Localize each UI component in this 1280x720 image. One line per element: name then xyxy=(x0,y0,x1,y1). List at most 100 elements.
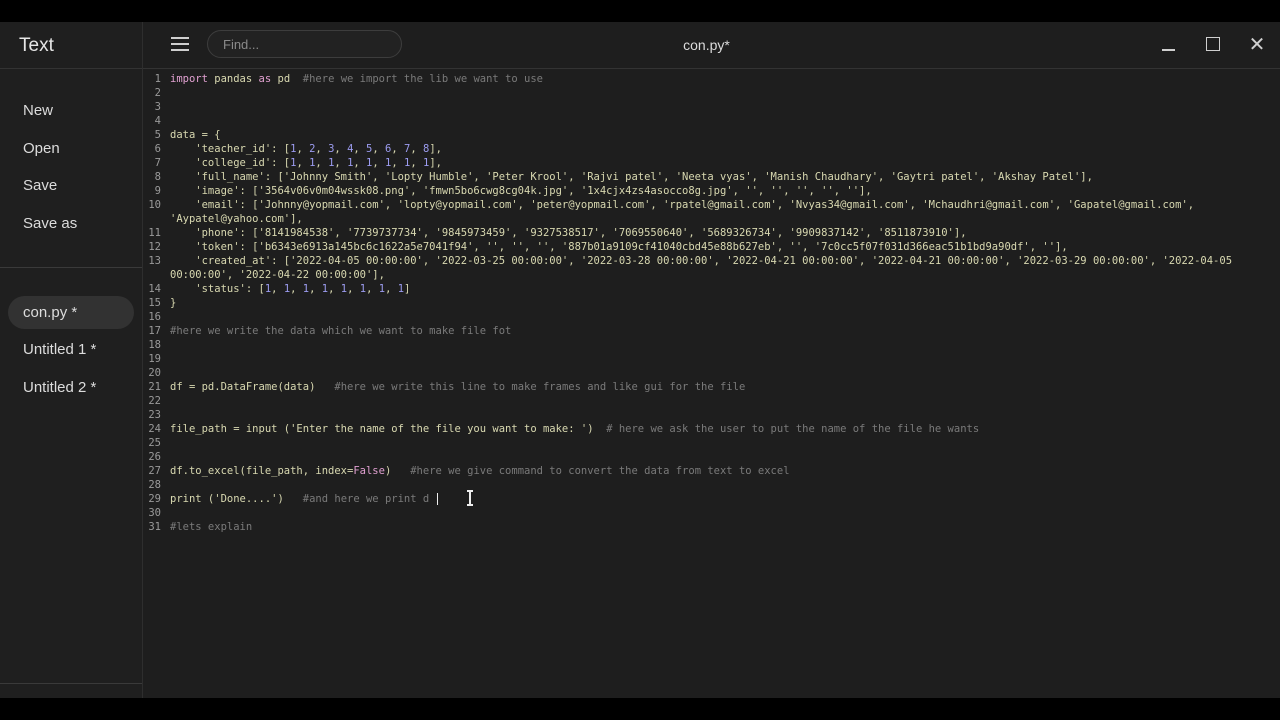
code-line[interactable]: 'Aypatel@yahoo.com'], xyxy=(143,212,303,226)
sidebar: Text New Open Save Save as con.py * Unti… xyxy=(0,22,143,698)
line-number: 30 xyxy=(148,507,161,519)
code-line[interactable]: 30 xyxy=(143,506,170,520)
line-number: 23 xyxy=(148,409,161,421)
code-line[interactable]: 15} xyxy=(143,296,176,310)
code-line[interactable]: 23 xyxy=(143,408,170,422)
code-token: , xyxy=(296,157,310,169)
code-token: #here we write the data which we want to… xyxy=(170,325,512,337)
code-token: print ('Done....') xyxy=(170,493,303,505)
code-line[interactable]: 8 'full_name': ['Johnny Smith', 'Lopty H… xyxy=(143,170,1093,184)
code-line[interactable]: 20 xyxy=(143,366,170,380)
code-token: , xyxy=(391,157,405,169)
code-line[interactable]: 31 #lets explain xyxy=(143,520,252,534)
code-line[interactable]: 6 'teacher_id': [1, 2, 3, 4, 5, 6, 7, 8]… xyxy=(143,142,442,156)
ibeam-cursor-icon xyxy=(466,490,474,506)
code-line[interactable]: 21 df = pd.DataFrame(data) #here we write… xyxy=(143,380,745,394)
close-icon[interactable]: ✕ xyxy=(1247,35,1267,55)
document-tab-con-py[interactable]: con.py * xyxy=(8,296,134,329)
code-token: , xyxy=(385,283,398,295)
code-token: , xyxy=(347,283,360,295)
menu-item-new[interactable]: New xyxy=(0,92,142,130)
sidebar-header: Text xyxy=(0,22,142,69)
line-number: 15 xyxy=(148,297,161,309)
code-line[interactable]: 16 xyxy=(143,310,170,324)
code-line[interactable]: 2 xyxy=(143,86,170,100)
code-line[interactable]: 17 #here we write the data which we want … xyxy=(143,324,511,338)
line-number: 22 xyxy=(148,395,161,407)
code-token: , xyxy=(309,283,322,295)
line-number: 10 xyxy=(148,199,161,211)
code-token: , xyxy=(366,283,379,295)
code-line[interactable]: 11 'phone': ['8141984538', '7739737734',… xyxy=(143,226,966,240)
line-number: 13 xyxy=(148,255,161,267)
code-line[interactable]: 12 'token': ['b6343e6913a145bc6c1622a5e7… xyxy=(143,240,1068,254)
code-line[interactable]: 5 data = { xyxy=(143,128,221,142)
code-line[interactable]: 18 xyxy=(143,338,170,352)
code-token: pandas xyxy=(207,73,259,85)
code-line[interactable]: 29 print ('Done....') #and here we print … xyxy=(143,492,429,506)
line-number: 16 xyxy=(148,311,161,323)
code-line[interactable]: 22 xyxy=(143,394,170,408)
minimize-icon[interactable] xyxy=(1159,35,1179,55)
code-line[interactable]: 10 'email': ['Johnny@yopmail.com', 'lopt… xyxy=(143,198,1194,212)
code-token: 'Aypatel@yahoo.com'], xyxy=(170,213,303,225)
line-number: 18 xyxy=(148,339,161,351)
document-tab-untitled-2[interactable]: Untitled 2 * xyxy=(0,371,142,409)
hamburger-menu-icon[interactable] xyxy=(171,37,189,51)
menu-item-open[interactable]: Open xyxy=(0,130,142,168)
text-editor-window: Text New Open Save Save as con.py * Unti… xyxy=(0,22,1280,698)
code-token: data = { xyxy=(170,129,221,141)
code-line[interactable]: 9 'image': ['3564v06v0m04wssk08.png', 'f… xyxy=(143,184,872,198)
line-number: 31 xyxy=(148,521,161,533)
code-token: , xyxy=(372,143,386,155)
line-number: 4 xyxy=(154,115,161,127)
code-token: False xyxy=(353,465,385,477)
code-line[interactable]: 14 'status': [1, 1, 1, 1, 1, 1, 1, 1] xyxy=(143,282,410,296)
code-token: , xyxy=(410,143,423,155)
code-line[interactable]: 27 df.to_excel(file_path, index=False) #h… xyxy=(143,464,790,478)
code-token: #lets explain xyxy=(170,521,253,533)
document-tab-untitled-1[interactable]: Untitled 1 * xyxy=(0,333,142,371)
code-line[interactable]: 3 xyxy=(143,100,170,114)
code-token: , xyxy=(353,143,367,155)
code-line[interactable]: 00:00:00', '2022-04-22 00:00:00'], xyxy=(143,268,385,282)
code-token: ) xyxy=(384,465,411,477)
code-line[interactable]: 25 xyxy=(143,436,170,450)
line-number: 29 xyxy=(148,493,161,505)
line-number: 20 xyxy=(148,367,161,379)
editor-main: con.py* ✕ 1 import pandas as pd #here we … xyxy=(143,22,1280,698)
code-token: #here we give command to convert the dat… xyxy=(410,465,790,477)
code-token: # here we ask the user to put the name o… xyxy=(606,423,980,435)
code-line[interactable]: 13 'created_at': ['2022-04-05 00:00:00',… xyxy=(143,254,1232,268)
menu-item-save-as[interactable]: Save as xyxy=(0,205,142,243)
code-line[interactable]: 1 import pandas as pd #here we import the… xyxy=(143,72,543,86)
code-token: df = pd.DataFrame(data) xyxy=(170,381,335,393)
code-line[interactable]: 28 xyxy=(143,478,170,492)
code-token: 'full_name': ['Johnny Smith', 'Lopty Hum… xyxy=(170,171,1093,183)
code-editor[interactable]: 1 import pandas as pd #here we import the… xyxy=(143,72,1280,698)
line-number: 7 xyxy=(154,157,161,169)
code-line[interactable]: 19 xyxy=(143,352,170,366)
maximize-icon[interactable] xyxy=(1203,35,1223,55)
find-input[interactable] xyxy=(207,30,402,58)
code-line[interactable]: 26 xyxy=(143,450,170,464)
code-token: 00:00:00', '2022-04-22 00:00:00'], xyxy=(170,269,385,281)
code-token: 'college_id': [ xyxy=(170,157,291,169)
line-number: 2 xyxy=(154,87,161,99)
code-line[interactable]: 4 xyxy=(143,114,170,128)
code-token: as xyxy=(258,73,272,85)
code-token: 'created_at': ['2022-04-05 00:00:00', '2… xyxy=(170,255,1233,267)
code-token: 'teacher_id': [ xyxy=(170,143,291,155)
code-line[interactable]: 7 'college_id': [1, 1, 1, 1, 1, 1, 1, 1]… xyxy=(143,156,442,170)
code-token: 'token': ['b6343e6913a145bc6c1622a5e7041… xyxy=(170,241,1068,253)
line-number: 28 xyxy=(148,479,161,491)
toolbar: con.py* ✕ xyxy=(143,22,1280,69)
code-line[interactable]: 24 file_path = input ('Enter the name of … xyxy=(143,422,979,436)
code-token: , xyxy=(353,157,367,169)
code-token: , xyxy=(296,143,310,155)
code-token: , xyxy=(334,157,348,169)
code-token: ] xyxy=(404,283,411,295)
app-title: Text xyxy=(19,35,54,56)
text-caret xyxy=(437,493,438,505)
menu-item-save[interactable]: Save xyxy=(0,167,142,205)
